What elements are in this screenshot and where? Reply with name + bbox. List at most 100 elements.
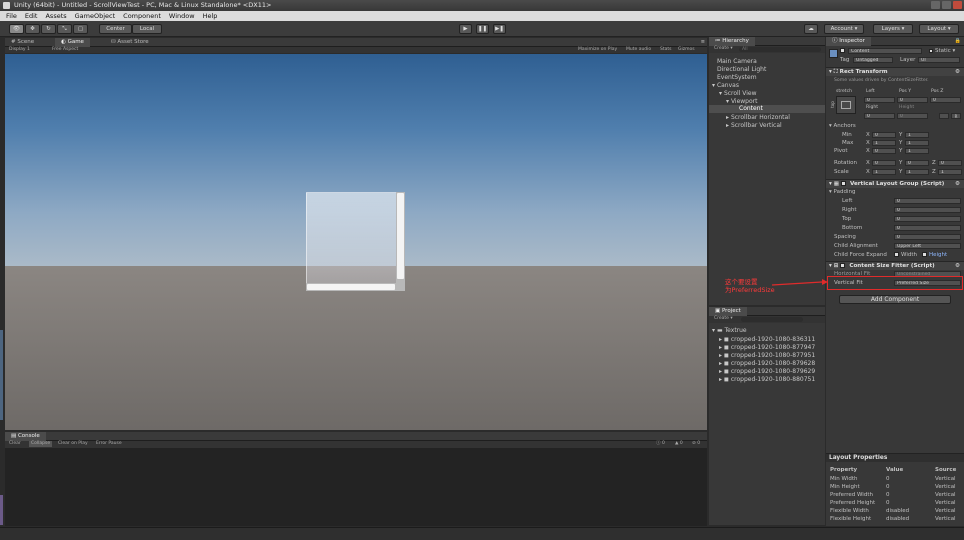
account-dropdown[interactable]: Account ▾ [824, 24, 864, 34]
hierarchy-search-input[interactable]: All [739, 47, 821, 52]
maximize-button[interactable] [942, 1, 951, 9]
right-field[interactable]: 0 [864, 113, 895, 119]
minimize-button[interactable] [931, 1, 940, 9]
content-size-fitter-enabled-checkbox[interactable] [840, 263, 846, 268]
component-settings-icon[interactable]: ⚙ [955, 180, 960, 189]
padding-top-field[interactable]: 0 [894, 216, 961, 222]
menu-assets[interactable]: Assets [45, 12, 66, 20]
expand-arrow-icon[interactable]: ▾ [829, 123, 832, 129]
project-file[interactable]: ▸ ◼ cropped-1920-1080-879628 [719, 360, 815, 367]
anchor-max-y-field[interactable]: 1 [905, 140, 929, 146]
anchor-max-x-field[interactable]: 1 [872, 140, 896, 146]
project-file[interactable]: ▸ ◼ cropped-1920-1080-877951 [719, 352, 815, 359]
padding-bottom-field[interactable]: 0 [894, 225, 961, 231]
console-error-pause-button[interactable]: Error Pause [96, 441, 122, 447]
anchors-foldout[interactable]: ▾ Anchors [829, 123, 856, 129]
layer-dropdown[interactable]: UI [918, 57, 960, 63]
expand-width-toggle[interactable]: Width [894, 252, 917, 258]
horizontal-scrollbar[interactable] [306, 283, 405, 291]
display-dropdown[interactable]: Display 1 [9, 47, 30, 53]
hierarchy-item-directional-light[interactable]: Directional Light [717, 66, 766, 73]
rect-tool-icon[interactable]: ▢ [73, 24, 88, 34]
tab-scene[interactable]: # Scene [5, 38, 40, 47]
scale-tool-icon[interactable]: ⤡ [57, 24, 72, 34]
tab-asset-store[interactable]: ⛁ Asset Store [105, 38, 155, 47]
expand-arrow-icon[interactable]: ▾ [712, 327, 715, 334]
expand-arrow-icon[interactable]: ▾ [829, 189, 832, 195]
scale-y-field[interactable]: 1 [905, 169, 929, 175]
close-button[interactable] [953, 1, 962, 9]
scale-z-field[interactable]: 1 [938, 169, 962, 175]
project-create-button[interactable]: Create ▾ [714, 316, 733, 322]
expand-arrow-icon[interactable]: ▾ [829, 69, 832, 75]
menu-help[interactable]: Help [203, 12, 218, 20]
active-toggle[interactable] [840, 48, 847, 54]
expand-arrow-icon[interactable]: ▾ [726, 98, 729, 105]
left-field[interactable]: 0 [864, 97, 895, 103]
maximize-on-play-toggle[interactable]: Maximize on Play [578, 47, 617, 53]
hierarchy-item-eventsystem[interactable]: EventSystem [717, 74, 757, 81]
hierarchy-item-scroll-view[interactable]: ▾ Scroll View [719, 90, 757, 97]
lock-icon[interactable]: 🔒 [955, 38, 961, 44]
vertical-scrollbar[interactable] [396, 192, 405, 289]
expand-arrow-icon[interactable]: ▾ [829, 263, 832, 269]
vertical-layout-enabled-checkbox[interactable] [841, 181, 847, 186]
mute-audio-toggle[interactable]: Mute audio [626, 47, 651, 53]
project-file[interactable]: ▸ ◼ cropped-1920-1080-880751 [719, 376, 815, 383]
hierarchy-item-scrollbar-vertical[interactable]: ▸ Scrollbar Vertical [726, 122, 782, 129]
menu-edit[interactable]: Edit [25, 12, 38, 20]
console-collapse-button[interactable]: Collapse [29, 441, 53, 447]
component-settings-icon[interactable]: ⚙ [955, 68, 960, 77]
height-field[interactable]: 0 [897, 113, 928, 119]
tab-project[interactable]: ▣ Project [709, 307, 747, 316]
play-button[interactable]: ▶ [459, 24, 472, 34]
hierarchy-item-canvas[interactable]: ▾ Canvas [712, 82, 739, 89]
pivot-y-field[interactable]: 1 [905, 148, 929, 154]
tab-game[interactable]: ◐ Game [55, 38, 90, 47]
pivot-center-toggle[interactable]: Center [99, 24, 132, 34]
component-settings-icon[interactable]: ⚙ [955, 262, 960, 271]
error-count-icon[interactable]: ⊘ 0 [692, 441, 700, 447]
space-local-toggle[interactable]: Local [132, 24, 162, 34]
panel-menu-icon[interactable]: ≡ [701, 39, 705, 45]
hierarchy-item-viewport[interactable]: ▾ Viewport [726, 98, 757, 105]
expand-arrow-icon[interactable]: ▾ [712, 82, 715, 89]
anchor-min-y-field[interactable]: 1 [905, 132, 929, 138]
padding-right-field[interactable]: 0 [894, 207, 961, 213]
menu-component[interactable]: Component [123, 12, 161, 20]
console-log-area[interactable] [5, 448, 707, 526]
hierarchy-item-content[interactable]: Content [709, 105, 825, 113]
layers-dropdown[interactable]: Layers ▾ [873, 24, 913, 34]
raw-edit-button[interactable]: R [951, 113, 961, 119]
layout-dropdown[interactable]: Layout ▾ [919, 24, 959, 34]
hierarchy-item-main-camera[interactable]: Main Camera [717, 58, 757, 65]
game-viewport[interactable] [5, 54, 707, 430]
pause-button[interactable]: ❚❚ [476, 24, 489, 34]
blueprint-mode-button[interactable] [939, 113, 949, 119]
child-alignment-dropdown[interactable]: Upper Left [894, 243, 961, 249]
rect-transform-header[interactable]: ▾ ⛶ Rect Transform ⚙ [826, 67, 964, 76]
stats-toggle[interactable]: Stats [660, 47, 672, 53]
vertical-scrollbar-handle[interactable] [397, 193, 404, 279]
object-name-field[interactable]: Content [848, 48, 922, 54]
console-clear-button[interactable]: Clear [9, 441, 21, 447]
project-folder-textrue[interactable]: ▾ ▬ Textrue [712, 327, 747, 334]
info-count-icon[interactable]: ⓘ 0 [656, 441, 665, 447]
add-component-button[interactable]: Add Component [839, 295, 951, 304]
padding-foldout[interactable]: ▾ Padding [829, 189, 855, 195]
menu-file[interactable]: File [6, 12, 17, 20]
tab-hierarchy[interactable]: ≔ Hierarchy [709, 37, 755, 46]
expand-arrow-icon[interactable]: ▾ [719, 90, 722, 97]
content-size-fitter-header[interactable]: ▾ ⊞ Content Size Fitter (Script) ⚙ [826, 261, 964, 270]
horizontal-scrollbar-handle[interactable] [307, 284, 395, 290]
project-search-input[interactable] [741, 317, 803, 322]
padding-left-field[interactable]: 0 [894, 198, 961, 204]
gizmos-dropdown[interactable]: Gizmos [678, 47, 695, 53]
expand-height-toggle[interactable]: Height [922, 252, 947, 258]
spacing-field[interactable]: 0 [894, 234, 961, 240]
pivot-x-field[interactable]: 0 [872, 148, 896, 154]
move-tool-icon[interactable]: ✥ [25, 24, 40, 34]
console-clear-on-play-button[interactable]: Clear on Play [58, 441, 88, 447]
expand-arrow-icon[interactable]: ▸ [726, 114, 729, 121]
hand-tool-icon[interactable]: 👁 [9, 24, 24, 34]
